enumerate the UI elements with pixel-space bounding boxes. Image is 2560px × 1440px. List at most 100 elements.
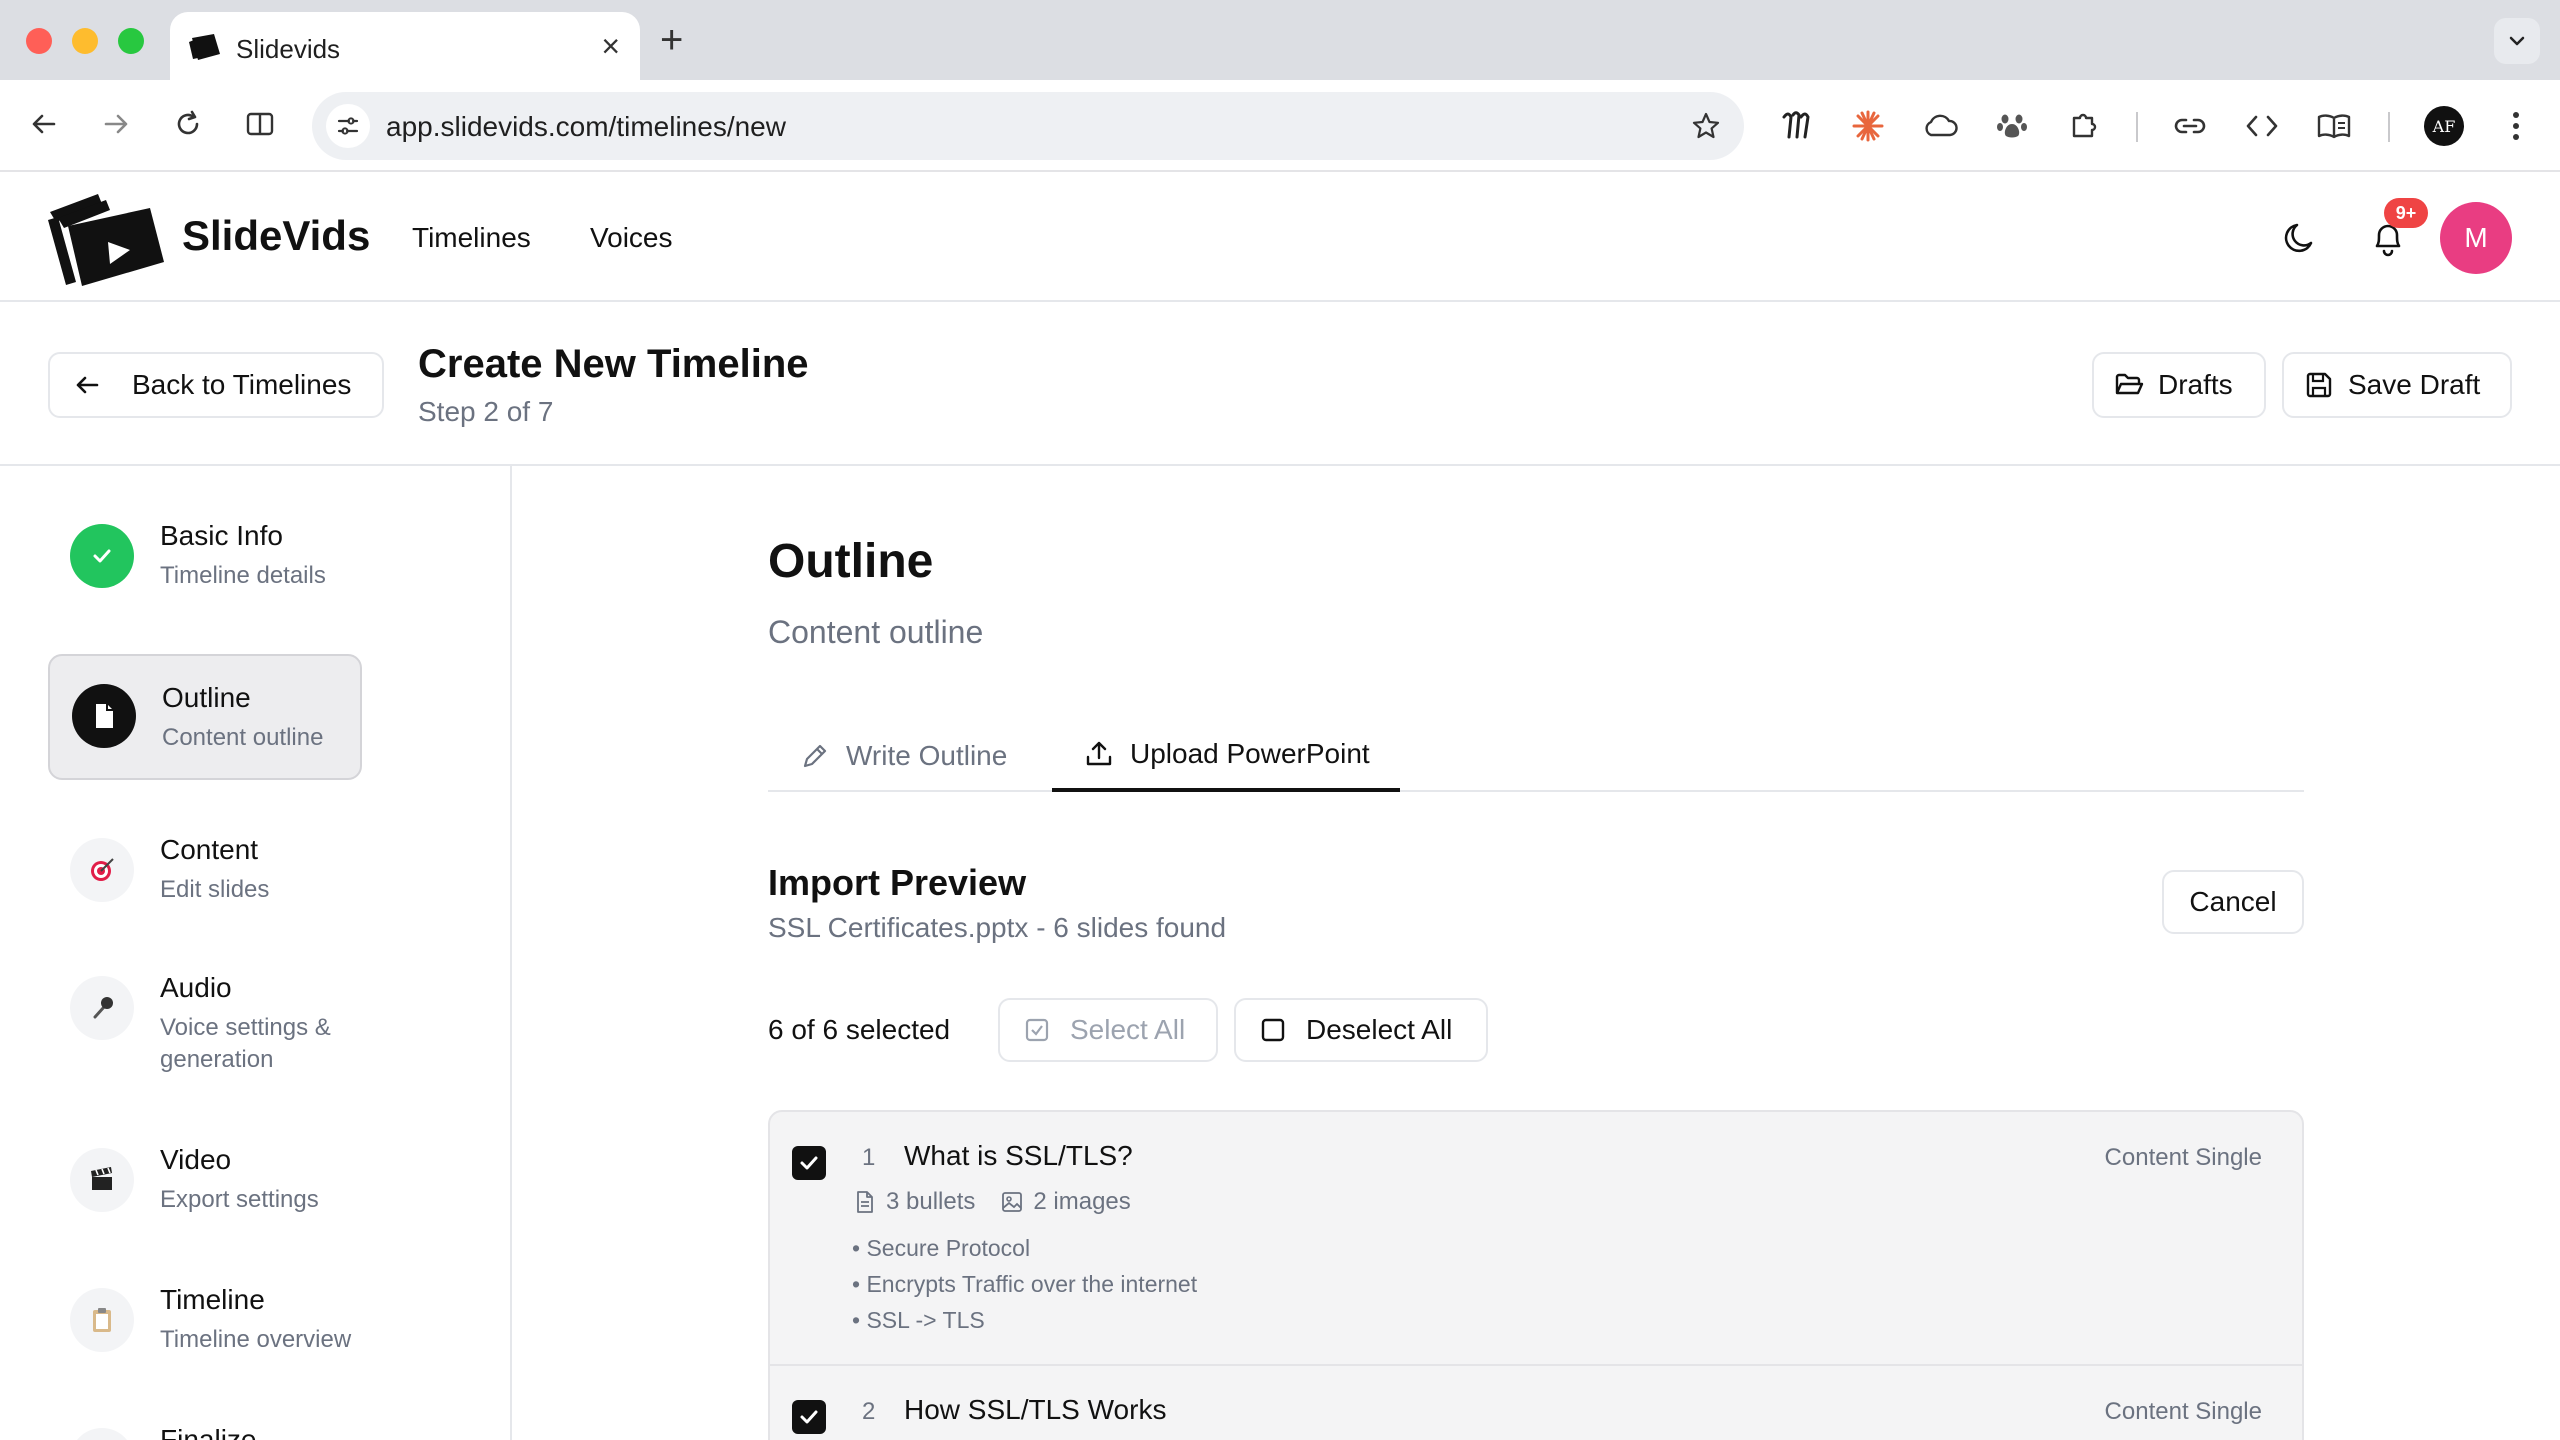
app-header: SlideVids Timelines Voices 9+ M [0,172,2560,302]
step-indicator: Step 2 of 7 [418,396,554,427]
extension-cloud-icon[interactable] [1918,104,1962,148]
selected-count: 6 of 6 selected [768,1014,951,1045]
step-outline[interactable]: Outline Content outline [48,654,362,780]
step-title: Timeline [160,1284,265,1315]
slide-number: 1 [862,1144,876,1171]
forward-arrow-icon[interactable] [96,104,136,144]
step-basic-info[interactable]: Basic Info Timeline details [48,506,362,606]
url-text[interactable]: app.slidevids.com/timelines/new [386,111,786,143]
checkbox-empty-icon [1256,1013,1290,1047]
step-video[interactable]: Video Export settings [48,1130,362,1230]
nav-timelines-link[interactable]: Timelines [412,222,531,254]
nav-voices-link[interactable]: Voices [590,222,673,254]
address-bar[interactable]: app.slidevids.com/timelines/new [312,92,1744,160]
check-icon [70,524,134,588]
slide-bullet: • Secure Protocol [852,1235,1031,1261]
check-icon [800,1410,818,1424]
slide-row[interactable]: 1 What is SSL/TLS? Content Single 3 bull… [768,1110,2304,1366]
back-arrow-icon[interactable] [24,104,64,144]
extension-paw-icon[interactable] [1990,104,2034,148]
slide-checkbox[interactable] [792,1400,826,1434]
back-to-timelines-button[interactable]: Back to Timelines [48,352,384,418]
extensions-puzzle-icon[interactable] [2062,104,2106,148]
page-header: Back to Timelines Create New Timeline St… [0,302,2560,466]
step-finalize[interactable]: Finalize [48,1410,362,1440]
slidevids-favicon-icon [189,34,220,60]
page-title: Create New Timeline [418,342,809,386]
save-draft-button[interactable]: Save Draft [2282,352,2512,418]
floppy-disk-icon [2302,368,2336,402]
tab-write-outline[interactable]: Write Outline [798,720,1007,792]
import-preview-title: Import Preview [768,862,1027,903]
step-content[interactable]: Content Edit slides [48,820,362,920]
kebab-menu-icon[interactable] [2494,104,2538,148]
tab-search-button[interactable] [2494,18,2540,64]
microphone-icon [70,976,134,1040]
step-description: Voice settings & generation [160,1014,331,1073]
step-title: Outline [162,682,251,713]
bookmark-star-icon[interactable] [1686,106,1726,146]
select-all-button[interactable]: Select All [998,998,1218,1062]
browser-tab-bar: Slidevids × + [0,0,2560,80]
slide-checkbox[interactable] [792,1146,826,1180]
step-timeline[interactable]: Timeline Timeline overview [48,1270,362,1370]
moon-icon [2284,223,2313,253]
copy-link-icon[interactable] [2168,104,2212,148]
split-view-icon[interactable] [240,104,280,144]
step-title: Audio [160,972,232,1003]
extension-bars-icon[interactable] [1774,104,1818,148]
slide-row[interactable]: 2 How SSL/TLS Works Content Single [768,1364,2304,1440]
browser-tab-active[interactable]: Slidevids × [170,12,640,80]
document-icon [72,684,136,748]
folder-open-icon [2112,368,2146,402]
back-button-label: Back to Timelines [132,369,352,400]
deselect-all-button[interactable]: Deselect All [1234,998,1488,1062]
clapper-icon [70,1148,134,1212]
tab-label: Upload PowerPoint [1130,738,1370,769]
pencil-icon [798,739,832,773]
step-title: Finalize [160,1424,257,1440]
step-description: Content outline [162,724,324,751]
new-tab-icon[interactable]: + [660,18,683,62]
slide-bullet: • Encrypts Traffic over the internet [852,1271,1198,1297]
user-avatar[interactable]: M [2440,202,2512,274]
window-close-button[interactable] [26,28,52,54]
slide-layout-type: Content Single [2104,1398,2262,1425]
target-icon [70,838,134,902]
slide-title: How SSL/TLS Works [904,1394,1167,1425]
toolbar-separator [2136,112,2138,142]
extension-asterisk-icon[interactable] [1846,104,1890,148]
upload-icon [1082,737,1116,771]
tab-title: Slidevids [236,34,341,64]
outline-tabs: Write Outline Upload PowerPoint [768,720,2304,792]
tab-close-icon[interactable]: × [601,28,620,64]
check-box-icon [70,1428,134,1440]
app-logo-text[interactable]: SlideVids [182,212,370,260]
window-zoom-button[interactable] [118,28,144,54]
slide-bullet: • SSL -> TLS [852,1307,985,1333]
site-settings-icon[interactable] [326,104,370,148]
arrow-left-icon [70,368,104,402]
step-description: Timeline overview [160,1326,352,1353]
section-title: Outline [768,535,934,588]
drafts-button[interactable]: Drafts [2092,352,2266,418]
slidevids-logo-icon[interactable] [46,190,166,290]
dark-mode-toggle[interactable] [2274,212,2326,264]
code-icon[interactable] [2240,104,2284,148]
browser-profile-avatar[interactable]: AF [2424,106,2464,146]
import-file-info: SSL Certificates.pptx - 6 slides found [768,912,1227,943]
slide-number: 2 [862,1398,876,1425]
check-icon [800,1156,818,1170]
images-count: 2 images [1033,1188,1131,1215]
cancel-import-button[interactable]: Cancel [2162,870,2304,934]
wizard-steps-sidebar: Basic Info Timeline details Outline Cont… [0,466,512,1440]
reload-icon[interactable] [168,104,208,144]
tab-upload-powerpoint[interactable]: Upload PowerPoint [1052,720,1400,792]
main-content: Outline Content outline Write Outline Up… [768,466,2304,1440]
step-audio[interactable]: Audio Voice settings & generation [48,958,362,1078]
slide-bullets: • Secure Protocol • Encrypts Traffic ove… [852,1230,1197,1338]
deselect-all-label: Deselect All [1306,1014,1453,1045]
window-minimize-button[interactable] [72,28,98,54]
reading-mode-icon[interactable] [2312,104,2356,148]
step-description: Timeline details [160,562,326,589]
